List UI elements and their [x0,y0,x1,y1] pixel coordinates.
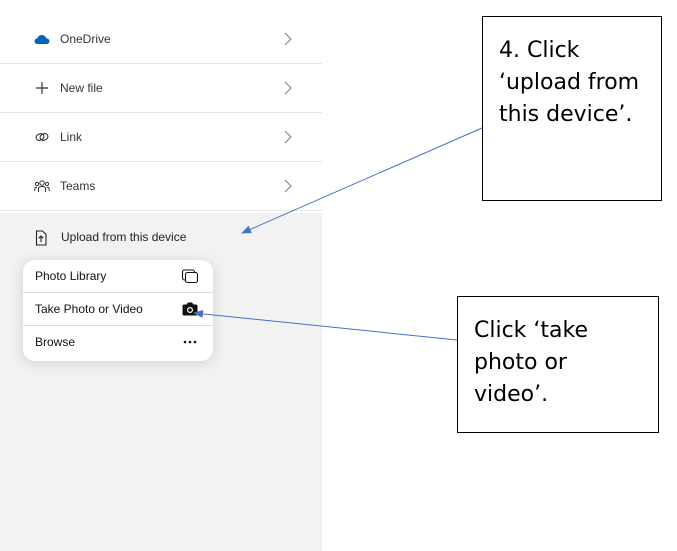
annotation-arrows [193,127,483,341]
arrow-to-camera [193,309,458,341]
arrow-to-upload [241,127,483,234]
